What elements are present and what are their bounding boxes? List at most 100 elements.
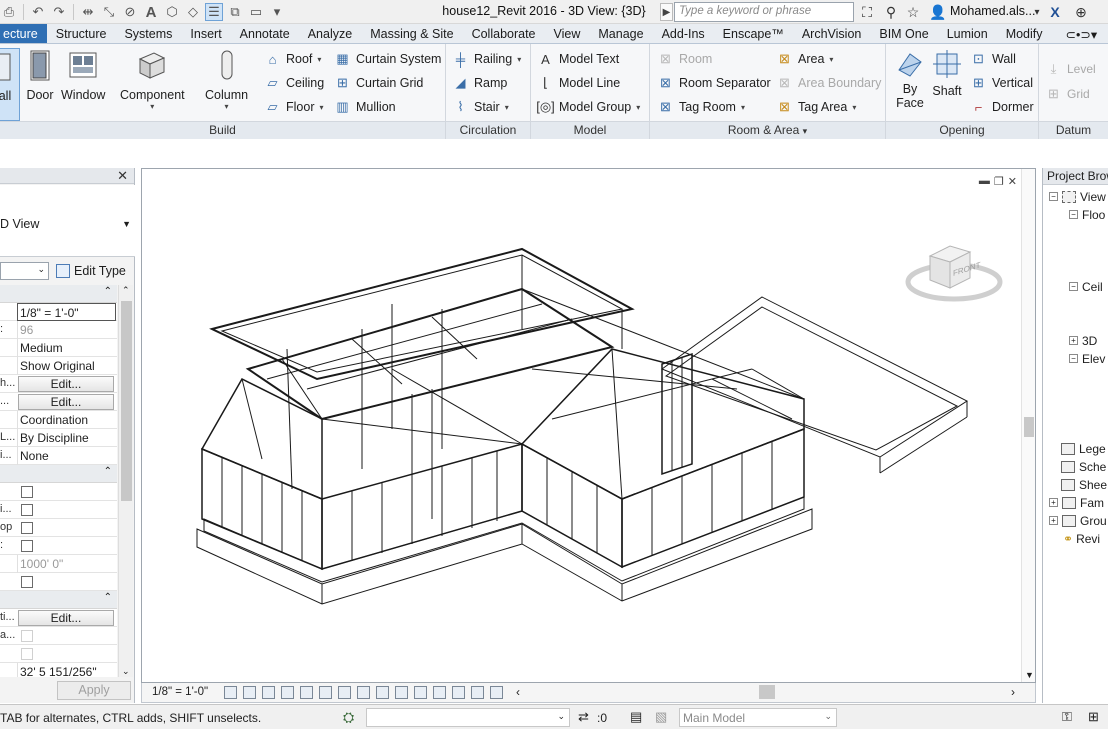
tab-modify[interactable]: Modify <box>997 24 1052 43</box>
user-name[interactable]: Mohamed.als... <box>950 4 1035 18</box>
viewport-vertical-scrollbar[interactable]: ▼ <box>1021 169 1035 682</box>
collapse-icon[interactable]: − <box>1069 354 1078 363</box>
tab-systems[interactable]: Systems <box>115 24 181 43</box>
collapse-icon[interactable]: − <box>1069 282 1078 291</box>
door-button[interactable]: Door <box>24 48 56 102</box>
shadows-icon[interactable] <box>281 686 294 699</box>
section-icon[interactable]: ◇ <box>184 3 202 21</box>
stair-button[interactable]: ⌇ Stair ▾ <box>452 97 508 117</box>
close-hidden-windows-icon[interactable]: ⧉ <box>226 3 244 21</box>
parts-visibility-value[interactable]: Show Original <box>17 357 116 375</box>
temporary-view-properties-icon[interactable] <box>471 686 484 699</box>
browser-item-sheets[interactable]: Shee <box>1061 476 1107 493</box>
level-button[interactable]: ⤓ Level <box>1045 59 1096 79</box>
model-text-button[interactable]: A Model Text <box>537 49 619 69</box>
wall-button[interactable]: all <box>0 48 20 121</box>
type-selector[interactable]: D View ▼ <box>0 185 135 257</box>
tab-add-ins[interactable]: Add-Ins <box>653 24 714 43</box>
active-workset-dropdown[interactable]: ⌄ <box>366 708 570 727</box>
text-icon[interactable]: A <box>142 3 160 21</box>
model-group-button[interactable]: [◎] Model Group ▾ <box>536 97 640 117</box>
tag-icon[interactable]: ⊘ <box>121 3 139 21</box>
browser-item-families[interactable]: + Fam <box>1049 494 1104 511</box>
browser-item-floor-plans[interactable]: − Floo <box>1069 206 1105 223</box>
aligned-dimension-icon[interactable]: ⤡ <box>100 3 118 21</box>
browser-item-legends[interactable]: Lege <box>1061 440 1106 457</box>
edit-type-button[interactable]: Edit Type <box>56 262 126 280</box>
graphics-section-header[interactable]: ⌃ <box>0 285 117 303</box>
highlight-displacement-icon[interactable] <box>452 686 465 699</box>
lock-view-icon[interactable] <box>357 686 370 699</box>
help-icon[interactable]: ⊕ <box>1072 3 1090 21</box>
worksharing-display-icon[interactable] <box>414 686 427 699</box>
tab-annotate[interactable]: Annotate <box>231 24 299 43</box>
scroll-down-icon[interactable]: ⌄ <box>122 666 130 677</box>
thin-lines-icon[interactable]: ☰ <box>205 3 223 21</box>
tab-massing-site[interactable]: Massing & Site <box>361 24 462 43</box>
search-input[interactable]: Type a keyword or phrase <box>674 2 854 22</box>
user-icon[interactable]: 👤 <box>929 3 947 21</box>
column-button[interactable]: Column ▾ <box>205 48 248 111</box>
grid-button[interactable]: ⊞ Grid <box>1045 84 1090 104</box>
chevron-down-icon[interactable]: ▾ <box>225 102 229 111</box>
browser-item-elevations[interactable]: − Elev <box>1069 350 1105 367</box>
wall-opening-button[interactable]: ⊡ Wall <box>970 49 1016 69</box>
tag-room-button[interactable]: ⊠ Tag Room ▾ <box>657 97 745 117</box>
sun-path-icon[interactable] <box>262 686 275 699</box>
apply-button[interactable]: Apply <box>57 681 131 700</box>
print-icon[interactable]: ⎙ <box>0 3 18 21</box>
select-pinned-icon[interactable]: ⊞ <box>1088 709 1099 725</box>
component-button[interactable]: Component ▾ <box>120 48 185 111</box>
reveal-constraints-icon[interactable] <box>490 686 503 699</box>
edit-button[interactable]: Edit... <box>18 376 114 392</box>
exclude-options-icon[interactable]: ▧ <box>655 709 667 725</box>
expand-icon[interactable]: + <box>1049 498 1058 507</box>
close-icon[interactable]: ✕ <box>1008 175 1017 188</box>
view-scale-value[interactable]: 1/8" = 1'-0" <box>17 303 116 321</box>
minimize-icon[interactable]: ▬ <box>979 175 990 188</box>
tab-collaborate[interactable]: Collaborate <box>463 24 545 43</box>
tab-bim-one[interactable]: BIM One <box>870 24 937 43</box>
tab-lumion[interactable]: Lumion <box>938 24 997 43</box>
browser-item-revit-links[interactable]: ⚭ Revi <box>1063 530 1100 547</box>
undo-icon[interactable]: ↶ <box>29 3 47 21</box>
crop-region-icon[interactable] <box>338 686 351 699</box>
rendering-icon[interactable] <box>300 686 313 699</box>
area-button[interactable]: ⊠ Area ▾ <box>776 49 833 69</box>
hidden-lines-value[interactable]: By Discipline <box>17 429 116 447</box>
scroll-thumb[interactable] <box>121 301 132 501</box>
search-expand-icon[interactable]: ▶ <box>660 3 673 21</box>
properties-scrollbar[interactable]: ⌃ ⌄ <box>118 285 133 677</box>
close-icon[interactable]: ✕ <box>117 168 128 184</box>
extents-section-header[interactable]: ⌃ <box>0 465 117 483</box>
tab-analyze[interactable]: Analyze <box>299 24 361 43</box>
analytical-model-icon[interactable] <box>433 686 446 699</box>
far-clip-checkbox[interactable] <box>21 540 33 552</box>
tab-archvision[interactable]: ArchVision <box>793 24 871 43</box>
room-button[interactable]: ⊠ Room <box>657 49 712 69</box>
floor-button[interactable]: ▱ Floor ▾ <box>264 97 324 117</box>
curtain-system-button[interactable]: ▦ Curtain System <box>334 49 441 69</box>
browser-item-3d-views[interactable]: +3D <box>1069 332 1097 349</box>
reveal-hidden-icon[interactable] <box>395 686 408 699</box>
customize-toolbar-icon[interactable]: ▾ <box>268 3 286 21</box>
browser-item-views[interactable]: − View <box>1049 188 1106 205</box>
chevron-down-icon[interactable]: ▾ <box>1028 3 1046 21</box>
subscription-icon[interactable]: ⚲ <box>882 3 900 21</box>
horizontal-scroll-thumb[interactable] <box>759 685 775 699</box>
collapse-icon[interactable]: − <box>1069 210 1078 219</box>
tag-area-button[interactable]: ⊠ Tag Area ▾ <box>776 97 856 117</box>
detail-level-value[interactable]: Medium <box>17 339 116 357</box>
chevron-down-icon[interactable]: ▾ <box>150 102 154 111</box>
instance-filter-dropdown[interactable]: ⌄ <box>0 262 49 280</box>
tab-manage[interactable]: Manage <box>589 24 652 43</box>
exchange-apps-icon[interactable]: X <box>1046 3 1064 21</box>
temporary-hide-icon[interactable] <box>376 686 389 699</box>
active-design-option-dropdown[interactable]: Main Model ⌄ <box>679 708 837 727</box>
annotation-crop-checkbox[interactable] <box>21 522 33 534</box>
binoculars-icon[interactable]: ⛶ <box>858 3 876 21</box>
vertical-opening-button[interactable]: ⊞ Vertical <box>970 73 1033 93</box>
ceiling-button[interactable]: ▱ Ceiling <box>264 73 325 93</box>
detail-level-icon[interactable] <box>224 686 237 699</box>
ramp-button[interactable]: ◢ Ramp <box>452 73 508 93</box>
